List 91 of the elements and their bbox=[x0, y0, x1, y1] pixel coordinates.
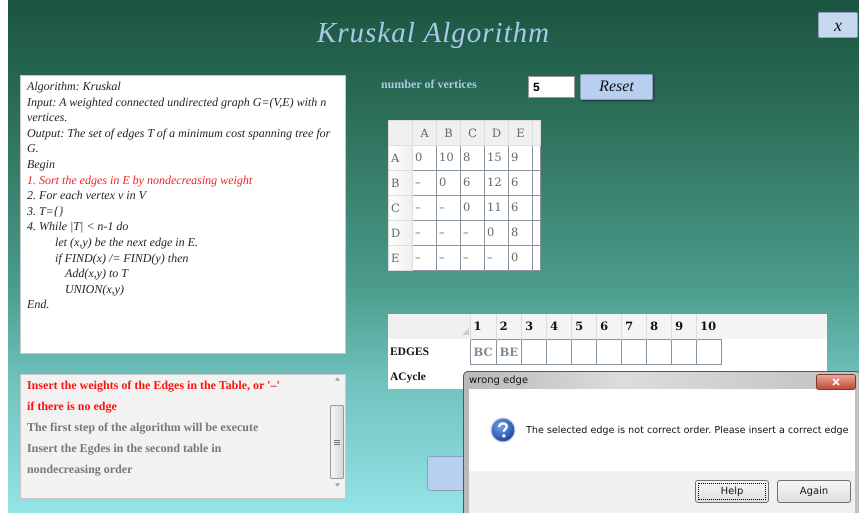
table-cell[interactable]: – bbox=[412, 196, 436, 220]
algorithm-line: Begin bbox=[27, 156, 56, 173]
algorithm-line: UNION(x,y) bbox=[64, 282, 125, 298]
table-cell[interactable]: – bbox=[436, 220, 460, 246]
column-header: 3 bbox=[522, 314, 547, 339]
algorithm-line: Output: The set of edges T of a minimum cost spanning tree for G. bbox=[27, 126, 332, 157]
table-cell[interactable]: 15 bbox=[484, 146, 508, 170]
dialog-message: The selected edge is not correct order. Please insert a correct edge bbox=[526, 424, 849, 436]
column-header: D bbox=[484, 120, 508, 146]
algorithm-line: End. bbox=[27, 297, 50, 313]
empty-cell[interactable] bbox=[646, 339, 672, 364]
close-button[interactable] bbox=[816, 374, 856, 390]
message-text: Insert the weights of the Edges in the Table, or '–' if there is no edge bbox=[27, 377, 281, 415]
algorithm-line: 3. T={} bbox=[27, 204, 64, 220]
column-header: 10 bbox=[696, 314, 722, 339]
dialog-title: wrong edge bbox=[469, 375, 528, 386]
algorithm-line: Input: A weighted connected undirected graph G=(V,E) with n vertices. bbox=[27, 94, 328, 126]
table-cell[interactable]: BE bbox=[496, 339, 522, 364]
table-cell[interactable]: BC bbox=[470, 339, 496, 364]
reset-button[interactable]: Reset bbox=[580, 74, 653, 100]
dialog-button[interactable]: Help bbox=[695, 480, 769, 503]
empty-cell[interactable] bbox=[522, 339, 547, 364]
row-header: A bbox=[388, 146, 412, 170]
column-header: 1 bbox=[470, 314, 496, 339]
column-header: 8 bbox=[646, 314, 672, 339]
close-button[interactable]: x bbox=[818, 12, 858, 38]
empty-cell[interactable] bbox=[672, 339, 697, 364]
algorithm-line: 2. For each vertex v in V bbox=[27, 188, 148, 204]
message-text: The first step of the algorithm will be execute bbox=[27, 419, 260, 436]
row-header: B bbox=[388, 170, 412, 196]
row-header: E bbox=[388, 246, 412, 270]
close-icon bbox=[832, 378, 840, 386]
grip-icon bbox=[334, 440, 340, 444]
algorithm-line: Add(x,y) to T bbox=[64, 266, 130, 282]
table-cell[interactable]: 6 bbox=[460, 170, 484, 196]
empty-cell[interactable] bbox=[546, 339, 572, 364]
message-text: Insert the Egdes in the second table in nondecreasing order bbox=[27, 440, 222, 478]
column-header: E bbox=[508, 120, 532, 146]
column-header: 5 bbox=[572, 314, 597, 339]
algorithm-line: Algorithm: Kruskal bbox=[27, 79, 122, 95]
row-header: EDGES bbox=[388, 339, 470, 364]
vertices-label: number of vertices bbox=[381, 76, 478, 92]
algorithm-line: 1. Sort the edges in E by nondecreasing weight bbox=[27, 172, 254, 188]
column-header: C bbox=[460, 120, 484, 146]
window-title: Kruskal Algorithm bbox=[316, 16, 550, 50]
algorithm-line: 4. While |T| < n-1 do bbox=[27, 219, 130, 235]
scroll-thumb[interactable] bbox=[330, 405, 344, 479]
dialog-button[interactable]: Again bbox=[777, 480, 851, 503]
question-icon bbox=[490, 417, 516, 443]
vertices-field[interactable]: 5 bbox=[528, 76, 575, 98]
corner-cell bbox=[388, 120, 412, 146]
scroll-up-icon[interactable] bbox=[334, 377, 340, 381]
empty-cell[interactable] bbox=[572, 339, 597, 364]
table-cell[interactable]: 11 bbox=[484, 196, 508, 220]
table-cell[interactable]: 8 bbox=[460, 146, 484, 170]
table-cell[interactable]: – bbox=[436, 246, 460, 270]
column-header: 6 bbox=[596, 314, 622, 339]
table-cell[interactable]: 12 bbox=[484, 170, 508, 196]
table-cell[interactable]: 10 bbox=[436, 146, 460, 170]
column-header: B bbox=[436, 120, 460, 146]
table-cell[interactable]: 8 bbox=[508, 220, 532, 246]
table-cell[interactable]: 0 bbox=[436, 170, 460, 196]
table-cell[interactable]: 0 bbox=[484, 220, 508, 246]
table-cell[interactable]: 9 bbox=[508, 146, 532, 170]
column-header: 4 bbox=[546, 314, 572, 339]
table-cell[interactable]: – bbox=[436, 196, 460, 220]
row-header: C bbox=[388, 196, 412, 220]
empty-cell[interactable] bbox=[622, 339, 647, 364]
scroll-down-icon[interactable] bbox=[334, 483, 340, 487]
table-cell[interactable]: – bbox=[412, 246, 436, 270]
table-cell[interactable]: – bbox=[484, 246, 508, 270]
table-cell[interactable]: 6 bbox=[508, 170, 532, 196]
algorithm-line: let (x,y) be the next edge in E. bbox=[54, 234, 199, 251]
column-header: A bbox=[412, 120, 436, 146]
column-header: 2 bbox=[496, 314, 522, 339]
empty-cell[interactable] bbox=[696, 339, 722, 364]
table-cell[interactable]: – bbox=[460, 220, 484, 246]
row-header: D bbox=[388, 220, 412, 246]
column-header: 7 bbox=[622, 314, 647, 339]
algorithm-line: if FIND(x) /= FIND(y) then bbox=[54, 250, 190, 266]
corner-icon bbox=[462, 328, 468, 335]
column-header: 9 bbox=[672, 314, 697, 339]
table-cell[interactable]: 0 bbox=[412, 146, 436, 170]
empty-cell[interactable] bbox=[596, 339, 622, 364]
table-cell[interactable]: – bbox=[460, 246, 484, 270]
table-cell[interactable]: 0 bbox=[508, 246, 532, 270]
table-cell[interactable]: – bbox=[412, 170, 436, 196]
table-cell[interactable]: 6 bbox=[508, 196, 532, 220]
table-cell[interactable]: – bbox=[412, 220, 436, 246]
table-cell[interactable]: 0 bbox=[460, 196, 484, 220]
row-header: ACycle bbox=[388, 364, 470, 389]
